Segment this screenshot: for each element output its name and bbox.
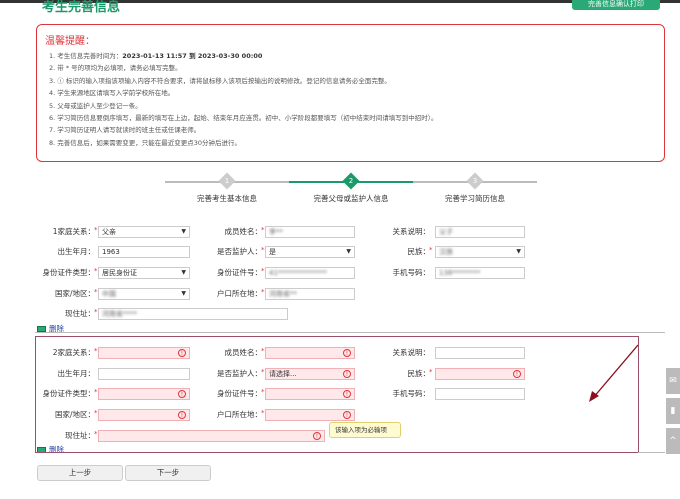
required-asterisk: * bbox=[261, 226, 265, 234]
required-asterisk: * bbox=[261, 288, 265, 296]
notice-item: 1. 考生信息完善时间为：2023-01-13 11:57 到 2023-03-… bbox=[49, 52, 263, 60]
progress-steps: 1 2 3 完善考生基本信息 完善父母或监护人信息 完善学习简历信息 bbox=[165, 172, 537, 204]
input-2[interactable]: 父子 bbox=[435, 226, 525, 238]
chevron-down-icon: ▼ bbox=[516, 248, 521, 255]
notice-list: 1. 考生信息完善时间为：2023-01-13 11:57 到 2023-03-… bbox=[45, 50, 656, 149]
field-label: 国家/地区： bbox=[54, 289, 95, 298]
field-label: 1家庭关系： bbox=[52, 227, 95, 236]
step-2-marker: 2 bbox=[342, 172, 360, 190]
notice-title: 温馨提醒： bbox=[45, 36, 95, 47]
field-label: 现住址： bbox=[65, 309, 95, 318]
back-to-top-icon[interactable]: ^ bbox=[666, 428, 680, 454]
field-label: 出生年月： bbox=[57, 247, 96, 256]
required-asterisk: * bbox=[429, 246, 433, 254]
select-5[interactable]: 汉族 ▼ bbox=[435, 246, 525, 258]
field-label: 民族： bbox=[407, 247, 431, 256]
field-label: 是否监护人： bbox=[217, 247, 262, 256]
step-3-marker: 3 bbox=[466, 172, 484, 190]
required-asterisk: * bbox=[94, 267, 98, 275]
chevron-down-icon: ▼ bbox=[181, 290, 186, 297]
divider bbox=[638, 452, 665, 453]
field-label: 身份证件类型： bbox=[42, 268, 96, 277]
message-icon[interactable]: ▮ bbox=[666, 398, 680, 424]
input-8[interactable]: 138******** bbox=[435, 267, 525, 279]
input-12[interactable]: 河南省**** bbox=[98, 308, 288, 320]
step-2-label: 完善父母或监护人信息 bbox=[313, 194, 389, 203]
chevron-down-icon: ▼ bbox=[181, 228, 186, 235]
notice-item: 2. 带 * 号的项均为必填项，请务必填写完整。 bbox=[49, 64, 182, 73]
field-label: 关系说明： bbox=[392, 227, 431, 236]
required-asterisk: * bbox=[94, 288, 98, 296]
select-6[interactable]: 居民身份证 ▼ bbox=[98, 267, 190, 279]
print-button[interactable]: 完善信息确认打印 bbox=[572, 0, 660, 10]
notice-item: 8. 完善信息后，如果需要变更，只能在最近变更点30分钟后进行。 bbox=[49, 138, 242, 147]
field-label: 身份证件号： bbox=[217, 268, 262, 277]
field-label: 成员姓名： bbox=[224, 227, 263, 236]
input-3[interactable]: 1963 bbox=[98, 246, 190, 258]
page-title: 考生完善信息 bbox=[42, 0, 121, 15]
notice-item: 5. 父母或监护人至少登记一条。 bbox=[49, 101, 142, 110]
notice-item: 4. 学生来源地区请填写入学前学校所在地。 bbox=[49, 89, 175, 98]
notice-item: 3. ⓘ 标识的输入项指该项输入内容不符合要求，请将鼠标移入该项后按输出的说明修… bbox=[49, 76, 391, 85]
prev-step-button[interactable]: 上一步 bbox=[37, 465, 123, 481]
required-asterisk: * bbox=[261, 267, 265, 275]
required-asterisk: * bbox=[94, 308, 98, 316]
select-9[interactable]: 中国 ▼ bbox=[98, 288, 190, 300]
field-label: 手机号码： bbox=[392, 268, 431, 277]
chevron-down-icon: ▼ bbox=[181, 269, 186, 276]
notice-item: 7. 学习简历证明人请写就读时的班主任或任课老师。 bbox=[49, 126, 201, 135]
required-asterisk: * bbox=[94, 226, 98, 234]
next-step-button[interactable]: 下一步 bbox=[125, 465, 211, 481]
input-7[interactable]: 41************** bbox=[265, 267, 355, 279]
divider bbox=[35, 332, 665, 333]
chat-icon[interactable]: ✉ bbox=[666, 368, 680, 394]
annotation-arrow bbox=[589, 344, 639, 402]
required-asterisk: * bbox=[261, 246, 265, 254]
field-label: 户口所在地： bbox=[217, 289, 262, 298]
input-10[interactable]: 河南省** bbox=[265, 288, 355, 300]
input-1[interactable]: 李** bbox=[265, 226, 355, 238]
select-4[interactable]: 是 ▼ bbox=[265, 246, 355, 258]
required-tooltip: 该输入项为必输项 bbox=[329, 422, 401, 438]
notice-item: 6. 学习简历信息要倒序填写，最新的填写在上边，起始、结束年月应连贯。初中、小学… bbox=[49, 113, 438, 122]
chevron-down-icon: ▼ bbox=[346, 248, 351, 255]
step-1-marker: 1 bbox=[218, 172, 236, 190]
step-1-label: 完善考生基本信息 bbox=[197, 194, 257, 203]
notice-box: 温馨提醒： 1. 考生信息完善时间为：2023-01-13 11:57 到 20… bbox=[36, 24, 665, 162]
step-3-label: 完善学习简历信息 bbox=[445, 194, 505, 203]
select-0[interactable]: 父亲 ▼ bbox=[98, 226, 190, 238]
